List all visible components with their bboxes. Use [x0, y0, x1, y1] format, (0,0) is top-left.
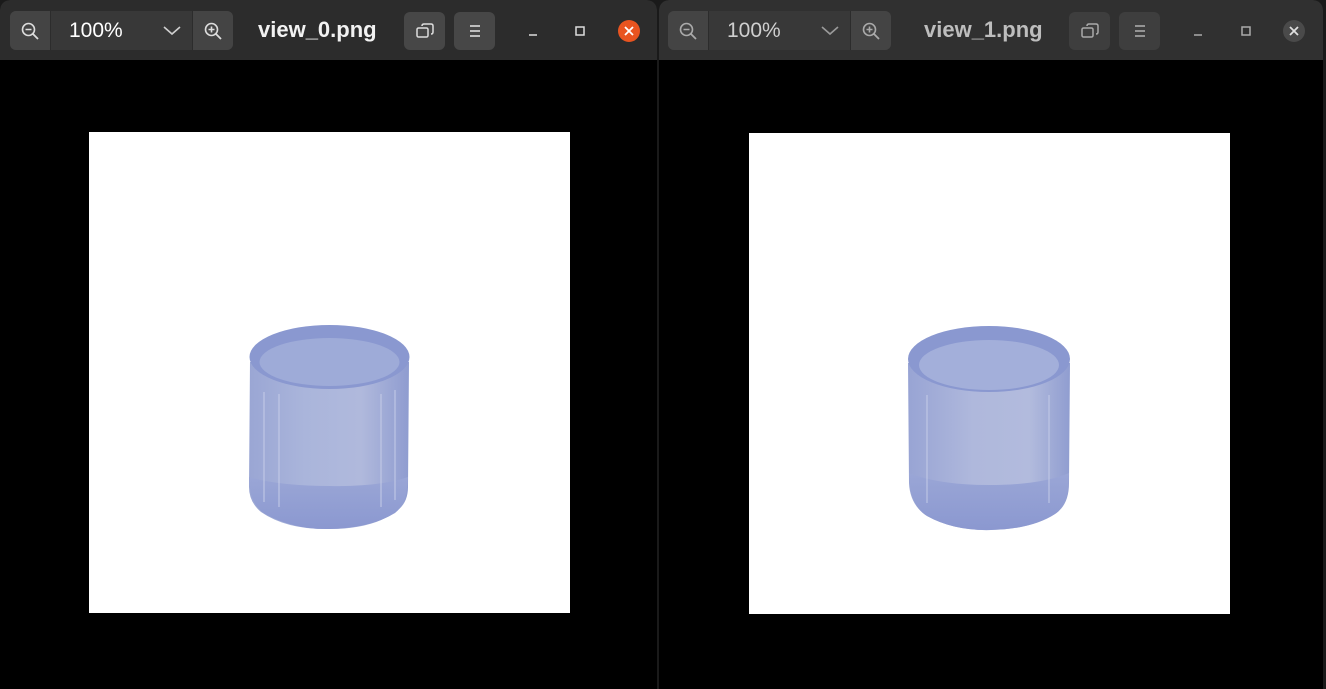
displayed-image	[89, 132, 570, 613]
close-button[interactable]	[617, 19, 641, 43]
zoom-out-button[interactable]	[10, 11, 50, 50]
minimize-icon	[529, 34, 537, 36]
maximize-button[interactable]	[568, 19, 592, 43]
zoom-in-icon	[204, 22, 222, 40]
window-title: view_1.png	[924, 17, 1043, 42]
close-icon	[1283, 20, 1305, 42]
rotate-view-icon	[1080, 23, 1099, 38]
minimize-button[interactable]	[521, 19, 545, 43]
zoom-control-group: 100%	[668, 11, 891, 50]
menu-button[interactable]	[1119, 12, 1160, 50]
window-title: view_0.png	[258, 17, 377, 42]
rotate-view-button[interactable]	[1069, 12, 1110, 50]
hamburger-menu-icon	[1134, 25, 1145, 37]
menu-button[interactable]	[454, 12, 495, 50]
maximize-button[interactable]	[1234, 19, 1258, 43]
zoom-out-icon	[21, 22, 39, 40]
cylinder-render	[908, 326, 1070, 531]
close-button[interactable]	[1282, 19, 1306, 43]
cylinder-render	[249, 325, 410, 530]
chevron-down-icon	[821, 26, 839, 36]
zoom-level-selector[interactable]: 100%	[50, 11, 193, 50]
image-canvas[interactable]	[659, 60, 1323, 689]
maximize-icon	[1241, 26, 1251, 36]
hamburger-menu-icon	[469, 25, 480, 37]
header-bar: 100% view_1.png	[659, 0, 1323, 60]
zoom-in-icon	[862, 22, 880, 40]
zoom-level-selector[interactable]: 100%	[708, 11, 851, 50]
zoom-out-icon	[679, 22, 697, 40]
minimize-icon	[1194, 34, 1202, 36]
displayed-image	[749, 133, 1230, 614]
header-bar: 100% view_0.png	[0, 0, 657, 60]
image-viewer-window-0: 100% view_0.png	[0, 0, 657, 689]
maximize-icon	[575, 26, 585, 36]
chevron-down-icon	[163, 26, 181, 36]
image-canvas[interactable]	[0, 60, 657, 689]
zoom-control-group: 100%	[10, 11, 233, 50]
rotate-view-button[interactable]	[404, 12, 445, 50]
zoom-in-button[interactable]	[851, 11, 891, 50]
zoom-in-button[interactable]	[193, 11, 233, 50]
zoom-out-button[interactable]	[668, 11, 708, 50]
close-icon	[618, 20, 640, 42]
zoom-level-value: 100%	[727, 19, 781, 42]
image-viewer-window-1: 100% view_1.png	[659, 0, 1323, 689]
zoom-level-value: 100%	[69, 19, 123, 42]
minimize-button[interactable]	[1186, 19, 1210, 43]
rotate-view-icon	[415, 23, 434, 38]
